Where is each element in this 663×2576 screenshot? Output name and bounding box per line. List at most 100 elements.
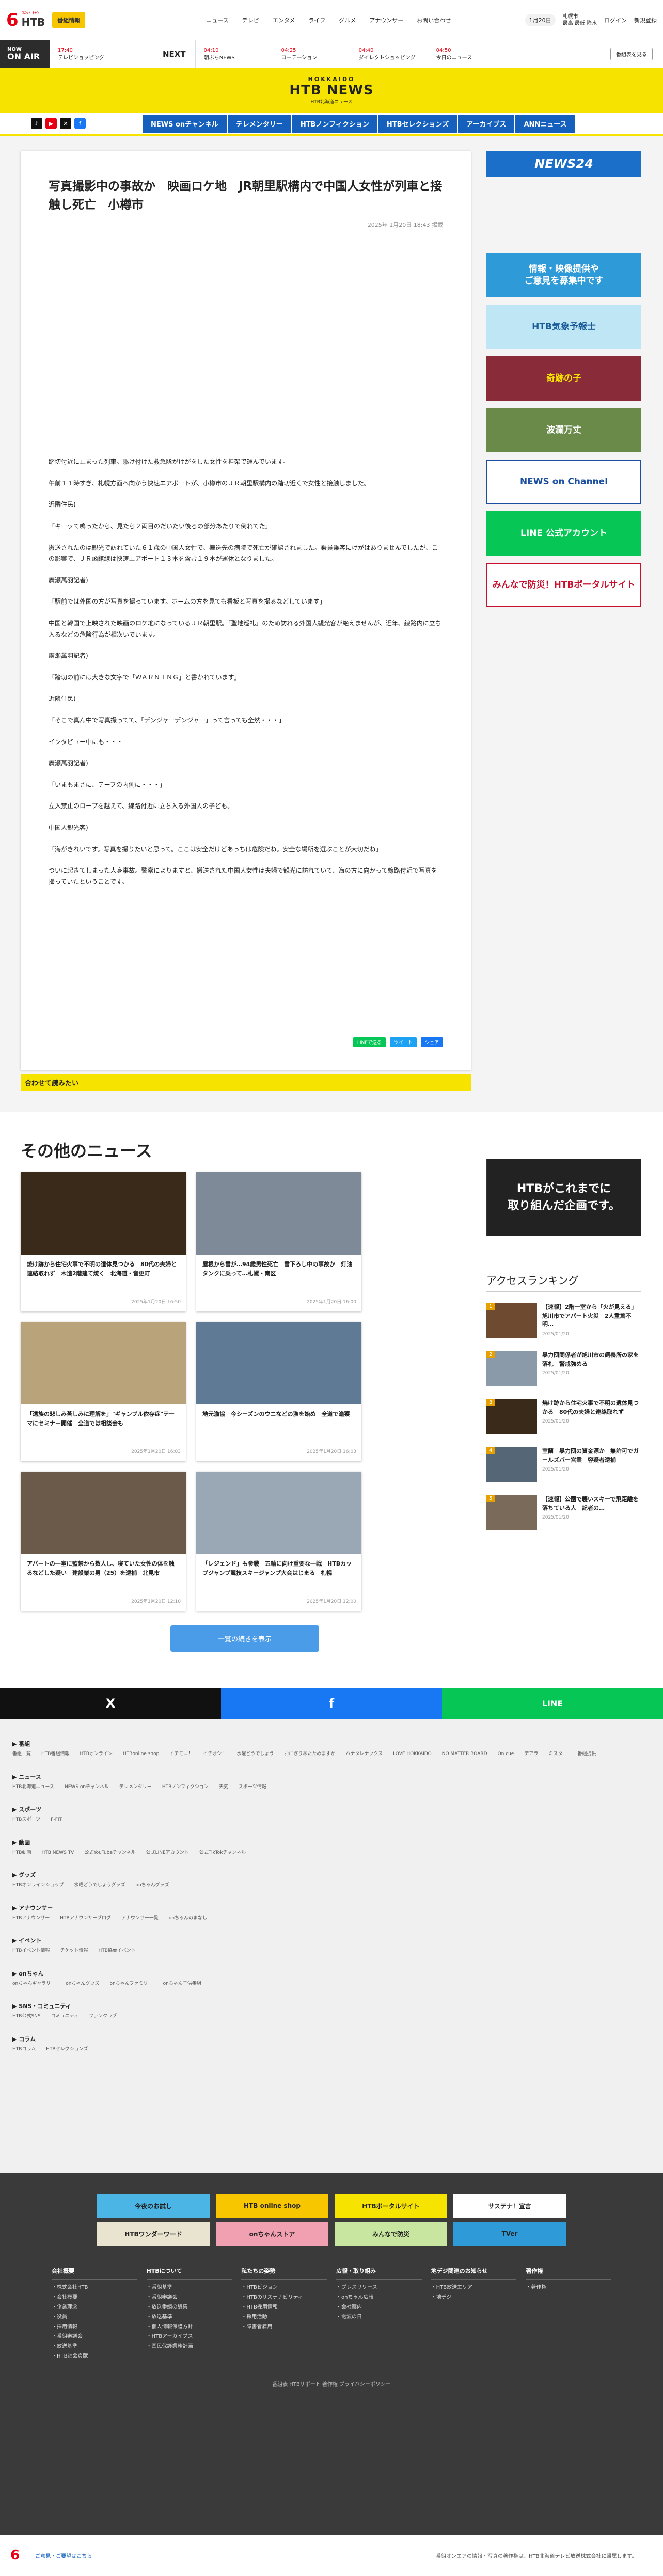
- footer-link[interactable]: onちゃん子供番組: [163, 1981, 201, 1988]
- share-line[interactable]: LINE: [442, 1688, 663, 1719]
- footer-link[interactable]: 番組一覧: [12, 1751, 31, 1758]
- line-share-button[interactable]: LINEで送る: [353, 1037, 386, 1047]
- ranking-item[interactable]: 1 【速報】2階一室から「火が見える」旭川市でアパート火災 2人重篤不明… 2025…: [486, 1297, 641, 1345]
- news-card[interactable]: 地元漁協 今シーズンのウニなどの漁を始め 全道で漁獲 2025年1月20日 16:…: [196, 1322, 361, 1461]
- footer-column-link[interactable]: ・地デジ: [431, 2293, 517, 2302]
- feedback-link[interactable]: ご意見・ご要望はこちら: [35, 2552, 92, 2559]
- subnav-item[interactable]: ANNニュース: [515, 114, 575, 133]
- line-account-banner[interactable]: LINE 公式アカウント: [486, 511, 641, 556]
- footer-link[interactable]: HTBアナウンサー: [12, 1915, 50, 1922]
- footer-column-link[interactable]: ・onちゃん広報: [336, 2293, 422, 2302]
- footer-link[interactable]: アナウンサー一覧: [121, 1915, 159, 1922]
- news24-banner[interactable]: NEWS24: [486, 151, 641, 177]
- footer-column-link[interactable]: ・放送番組の編集: [147, 2302, 232, 2312]
- next-program[interactable]: 04:10 朝ぶちNEWS: [196, 40, 273, 68]
- footer-link[interactable]: HTBイベント情報: [12, 1948, 50, 1955]
- info-submit-banner[interactable]: 情報・映像提供や ご意見を募集中です: [486, 253, 641, 297]
- footer-logo[interactable]: 6: [10, 2549, 20, 2562]
- footer-banner[interactable]: 今夜のお試し: [97, 2194, 210, 2218]
- ranking-item[interactable]: 2 暴力団関係者が旭川市の飼養所の家を落札 警戒強める 2025/01/20: [486, 1345, 641, 1393]
- share-x[interactable]: X: [0, 1688, 221, 1719]
- news-card[interactable]: 焼け跡から住宅火事で不明の遺体見つかる 80代の夫婦と連絡取れず 木造2階建て焼…: [21, 1172, 186, 1311]
- weather-forecaster-banner[interactable]: HTB気象予報士: [486, 305, 641, 349]
- subnav-item[interactable]: NEWS onチャンネル: [143, 114, 227, 133]
- harran-banner[interactable]: 波瀾万丈: [486, 408, 641, 452]
- footer-link[interactable]: ミスター: [548, 1751, 567, 1758]
- footer-banner[interactable]: サステナ！宣言: [453, 2194, 566, 2218]
- subnav-item[interactable]: HTBセレクションズ: [378, 114, 457, 133]
- register-button[interactable]: 新規登録: [634, 16, 657, 24]
- footer-banner[interactable]: HTBワンダーワード: [97, 2222, 210, 2246]
- footer-link[interactable]: F-FIT: [51, 1816, 62, 1824]
- top-nav-item[interactable]: ライフ: [308, 16, 325, 24]
- footer-link[interactable]: ハナタレナックス: [345, 1751, 383, 1758]
- top-nav-item[interactable]: アナウンサー: [369, 16, 403, 24]
- top-nav-item[interactable]: エンタメ: [273, 16, 295, 24]
- footer-column-link[interactable]: ・企業理念: [52, 2302, 137, 2312]
- footer-link[interactable]: HTBonline shop: [123, 1751, 159, 1758]
- footer-column-link[interactable]: ・国民保護業務計画: [147, 2342, 232, 2351]
- footer-link[interactable]: コミュニティ: [51, 2013, 78, 2020]
- footer-column-link[interactable]: ・採用活動: [241, 2312, 327, 2322]
- tweet-button[interactable]: ツイート: [389, 1037, 417, 1047]
- footer-link[interactable]: HTB動画: [12, 1850, 31, 1857]
- footer-link[interactable]: onちゃんギャラリー: [12, 1981, 55, 1988]
- footer-column-link[interactable]: ・プレスリリース: [336, 2283, 422, 2293]
- ranking-item[interactable]: 4 室蘭 暴力団の資金源か 無許可でガールズバー営業 容疑者逮捕 2025/01/2…: [486, 1441, 641, 1489]
- news-card[interactable]: 屋根から雪が…94歳男性死亡 雪下ろし中の事故か 灯油タンクに乗って…札幌・南区…: [196, 1172, 361, 1311]
- top-nav-item[interactable]: テレビ: [242, 16, 259, 24]
- footer-link[interactable]: HTBアナウンサーブログ: [60, 1915, 111, 1922]
- footer-link[interactable]: 公式LINEアカウント: [146, 1850, 189, 1857]
- facebook-icon[interactable]: f: [74, 118, 86, 129]
- next-program[interactable]: 04:25 ローテーション: [273, 40, 351, 68]
- subnav-item[interactable]: テレメンタリー: [227, 114, 291, 133]
- footer-column-link[interactable]: ・株式会社HTB: [52, 2283, 137, 2293]
- footer-column-link[interactable]: ・HTB社会貢献: [52, 2351, 137, 2361]
- footer-link[interactable]: HTBオンライン: [80, 1751, 112, 1758]
- subnav-item[interactable]: HTBノンフィクション: [292, 114, 377, 133]
- weather-widget[interactable]: 札幌市 最高 最低 降水: [563, 13, 597, 27]
- top-nav-item[interactable]: グルメ: [339, 16, 356, 24]
- footer-banner[interactable]: onちゃんストア: [216, 2222, 328, 2246]
- ranking-item[interactable]: 5 【速報】公園で襲いスキーで飛距離を落ちている人 記者の… 2025/01/20: [486, 1489, 641, 1537]
- footer-link[interactable]: HTBセレクションズ: [46, 2046, 88, 2053]
- footer-link[interactable]: onちゃんのまなし: [169, 1915, 207, 1922]
- footer-link[interactable]: テレメンタリー: [119, 1784, 152, 1791]
- news-on-channel-banner[interactable]: NEWS on Channel: [486, 460, 641, 504]
- share-facebook[interactable]: f: [221, 1688, 442, 1719]
- footer-link[interactable]: 水曜どうでしょうグッズ: [74, 1882, 125, 1889]
- news-card[interactable]: アパートの一室に監禁から数人し、寝ていた女性の体を触るなどした疑い 建設業の男（…: [21, 1472, 186, 1611]
- footer-column-link[interactable]: ・番組審議会: [52, 2332, 137, 2342]
- now-program[interactable]: 17:40 テレビショッピング: [50, 40, 127, 68]
- footer-link[interactable]: On cue: [498, 1751, 514, 1758]
- footer-link[interactable]: LOVE HOKKAIDO: [393, 1751, 432, 1758]
- footer-link[interactable]: イチモニ！: [169, 1751, 193, 1758]
- program-info-button[interactable]: 番組情報: [52, 11, 86, 28]
- htb-projects-banner[interactable]: HTBがこれまでに 取り組んだ企画です。: [486, 1159, 641, 1236]
- login-button[interactable]: ログイン: [604, 16, 627, 24]
- footer-link[interactable]: HTB協賛イベント: [98, 1948, 135, 1955]
- footer-link[interactable]: 天気: [219, 1784, 228, 1791]
- footer-bottom-links[interactable]: 番組表 HTBサポート 著作権 プライバシーポリシー: [52, 2380, 611, 2388]
- news-card[interactable]: 「遺族の悲しみ苦しみに理解を」"ギャンブル依存症"テーマにセミナー開催 全道では…: [21, 1322, 186, 1461]
- program-guide-button[interactable]: 番組表を見る: [610, 48, 653, 60]
- footer-link[interactable]: HTBノンフィクション: [162, 1784, 209, 1791]
- footer-column-link[interactable]: ・番組審議会: [147, 2293, 232, 2302]
- footer-link[interactable]: NEWS onチャンネル: [65, 1784, 109, 1791]
- footer-link[interactable]: HTBオンラインショップ: [12, 1882, 64, 1889]
- subnav-item[interactable]: アーカイブス: [458, 114, 515, 133]
- footer-banner[interactable]: HTBポータルサイト: [335, 2194, 447, 2218]
- footer-column-link[interactable]: ・会社案内: [336, 2302, 422, 2312]
- top-nav-item[interactable]: お問い合わせ: [417, 16, 451, 24]
- footer-link[interactable]: おにぎりあたためますか: [284, 1751, 335, 1758]
- footer-banner[interactable]: TVer: [453, 2222, 566, 2246]
- footer-column-link[interactable]: ・HTB放送エリア: [431, 2283, 517, 2293]
- footer-column-link[interactable]: ・HTBビジョン: [241, 2283, 327, 2293]
- footer-column-link[interactable]: ・放送基準: [147, 2312, 232, 2322]
- footer-column-link[interactable]: ・役員: [52, 2312, 137, 2322]
- footer-column-link[interactable]: ・会社概要: [52, 2293, 137, 2302]
- top-nav-item[interactable]: ニュース: [206, 16, 228, 24]
- footer-link[interactable]: HTB番組情報: [41, 1751, 69, 1758]
- site-logo[interactable]: 6 ｺﾒｯﾄ ﾁｬﾝ HTB: [6, 11, 45, 29]
- footer-link[interactable]: HTB公式SNS: [12, 2013, 41, 2020]
